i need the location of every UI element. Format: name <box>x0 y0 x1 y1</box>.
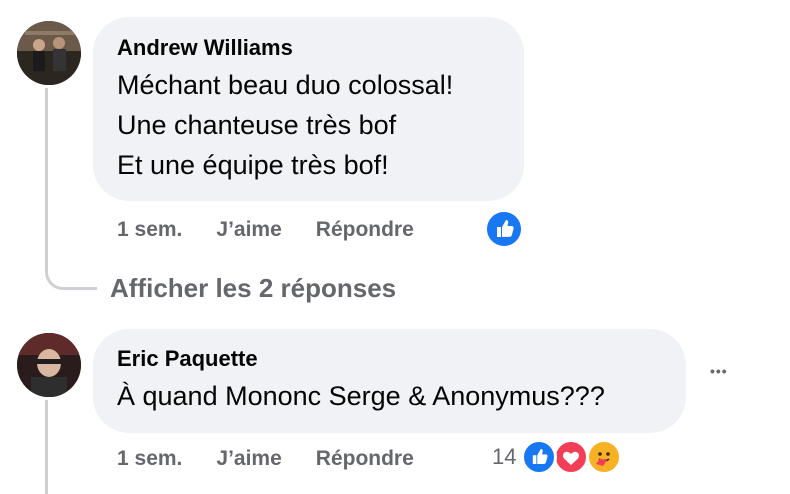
avatar[interactable] <box>17 333 81 397</box>
comment-timestamp[interactable]: 1 sem. <box>117 218 182 242</box>
comment-text-line: À quand Mononc Serge & Anonymus??? <box>117 381 605 411</box>
comment-bubble: Andrew Williams Méchant beau duo colossa… <box>93 17 524 201</box>
like-icon[interactable] <box>484 209 524 249</box>
comment-actions: 1 sem. J’aime Répondre <box>117 215 414 245</box>
more-options-button[interactable]: ••• <box>710 363 728 379</box>
love-icon[interactable] <box>553 439 589 475</box>
comment-actions: 1 sem. J’aime Répondre <box>117 444 414 474</box>
thread-line-curve <box>45 256 97 290</box>
comment-author[interactable]: Andrew Williams <box>117 35 500 61</box>
comment-text-line: Une chanteuse très bof <box>117 110 397 140</box>
comment-text-line: Méchant beau duo colossal! <box>117 70 454 100</box>
comment-text-line: Et une équipe très bof! <box>117 150 389 180</box>
like-button[interactable]: J’aime <box>216 218 281 242</box>
comment-timestamp[interactable]: 1 sem. <box>117 447 182 471</box>
comment-author[interactable]: Eric Paquette <box>117 346 662 372</box>
reply-button[interactable]: Répondre <box>316 447 414 471</box>
comment-bubble: Eric Paquette À quand Mononc Serge & Ano… <box>93 329 686 433</box>
view-replies-link[interactable]: Afficher les 2 réponses <box>110 273 396 304</box>
care-icon[interactable] <box>586 439 622 475</box>
like-icon[interactable] <box>521 439 557 475</box>
thread-line-vertical <box>45 88 48 273</box>
like-button[interactable]: J’aime <box>216 447 281 471</box>
avatar-image <box>17 21 81 85</box>
thread-line-vertical-2 <box>45 400 48 494</box>
avatar[interactable] <box>17 21 81 85</box>
reply-button[interactable]: Répondre <box>316 218 414 242</box>
reaction-count[interactable]: 14 <box>492 444 516 470</box>
avatar-image <box>17 333 81 397</box>
